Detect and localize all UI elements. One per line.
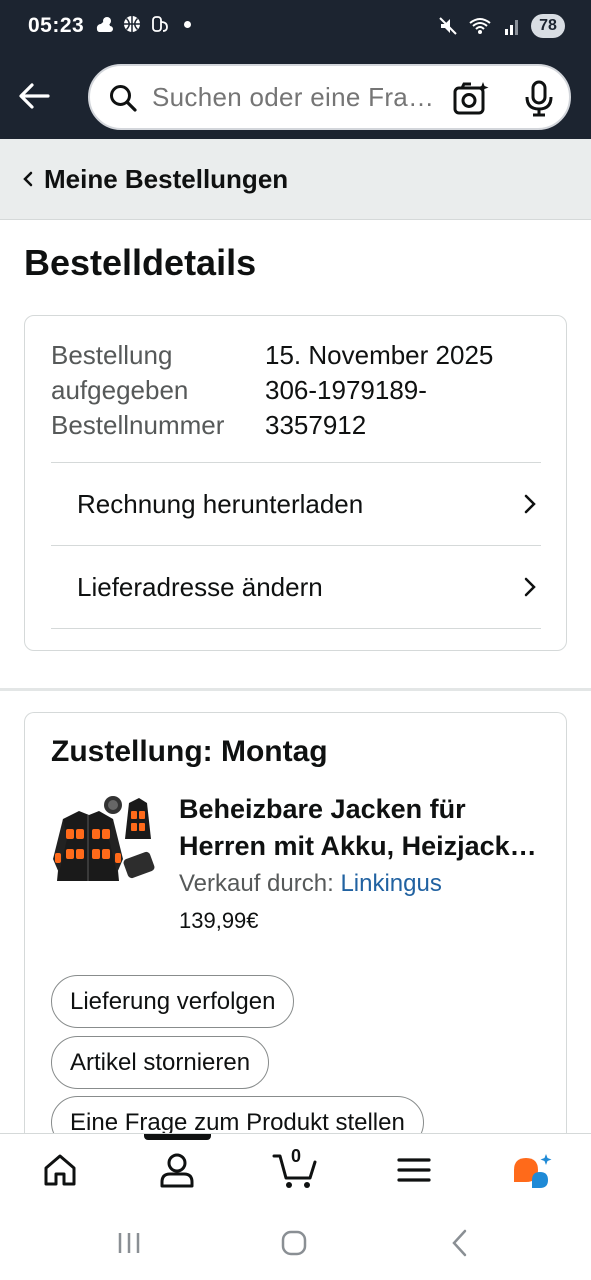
microphone-icon[interactable] xyxy=(522,80,556,118)
app-header xyxy=(0,56,591,139)
order-info: Bestellung 15. November 2025 aufgegeben … xyxy=(51,338,551,443)
basketball-icon xyxy=(124,16,140,32)
cart-button[interactable]: 0 xyxy=(272,1146,318,1190)
status-system-icons: 78 xyxy=(437,14,565,38)
cart-count: 0 xyxy=(291,1146,302,1166)
rufus-assistant-icon[interactable] xyxy=(510,1150,554,1190)
divider xyxy=(51,628,541,629)
seller-info: Verkauf durch: Linkingus xyxy=(179,870,442,898)
active-tab-indicator xyxy=(144,1134,211,1140)
change-address-link[interactable]: Lieferadresse ändern xyxy=(25,546,541,628)
menu-icon[interactable] xyxy=(394,1150,434,1190)
order-number-label: Bestellnummer xyxy=(51,410,225,440)
chevron-left-icon xyxy=(23,171,33,187)
camera-search-icon[interactable] xyxy=(452,80,490,118)
search-input[interactable] xyxy=(152,82,442,113)
battery-indicator: 78 xyxy=(531,14,565,38)
seller-link[interactable]: Linkingus xyxy=(340,870,441,897)
product-title[interactable]: Beheizbare Jacken für Herren mit Akku, H… xyxy=(179,791,549,865)
download-invoice-link[interactable]: Rechnung herunterladen xyxy=(25,463,541,545)
order-placed-label: Bestellung xyxy=(51,340,173,370)
home-button-icon[interactable] xyxy=(280,1227,310,1259)
bottom-navigation: 0 xyxy=(0,1133,591,1207)
weather-icon xyxy=(96,17,113,32)
account-icon[interactable] xyxy=(157,1150,197,1190)
download-invoice-label: Rechnung herunterladen xyxy=(77,488,364,519)
signal-icon xyxy=(505,20,518,35)
app-notification-icon xyxy=(152,16,168,32)
product-price: 139,99€ xyxy=(179,908,259,933)
seller-prefix: Verkauf durch: xyxy=(179,870,341,897)
product-image[interactable] xyxy=(49,789,159,899)
delivery-title: Zustellung: Montag xyxy=(51,735,328,768)
change-address-label: Lieferadresse ändern xyxy=(77,571,323,602)
order-placed-value: 15. November 2025 xyxy=(265,340,494,370)
breadcrumb[interactable]: Meine Bestellungen xyxy=(0,139,591,220)
system-back-icon[interactable] xyxy=(448,1227,472,1259)
breadcrumb-label[interactable]: Meine Bestellungen xyxy=(44,164,288,195)
product-title-line-1: Beheizbare Jacken für xyxy=(179,794,466,824)
cancel-items-button[interactable]: Artikel stornieren xyxy=(51,1036,270,1089)
mute-icon xyxy=(439,17,457,35)
back-arrow-icon[interactable] xyxy=(14,76,54,116)
product-title-line-2: Herren mit Akku, Heizjacke Herren xyxy=(179,831,549,861)
delivery-card: Zustellung: Montag Beheizbare Jacken für… xyxy=(24,712,567,1162)
search-bar[interactable] xyxy=(88,64,571,130)
chevron-right-icon xyxy=(524,494,536,514)
order-info-card: Bestellung 15. November 2025 aufgegeben … xyxy=(24,315,567,651)
order-placed-label-2: aufgegeben xyxy=(51,375,189,405)
home-icon[interactable] xyxy=(40,1150,80,1190)
more-notifications-dot xyxy=(184,20,191,28)
track-package-button[interactable]: Lieferung verfolgen xyxy=(51,975,295,1028)
page-title: Bestelldetails xyxy=(24,242,257,283)
status-notification-icons xyxy=(94,14,191,34)
recent-apps-icon[interactable] xyxy=(116,1227,142,1259)
status-bar: 05:23 78 xyxy=(0,0,591,56)
status-time: 05:23 xyxy=(28,14,85,37)
order-number-value-2: 3357912 xyxy=(265,410,367,440)
system-navigation-bar xyxy=(0,1207,591,1280)
wifi-icon xyxy=(469,18,491,34)
chevron-right-icon xyxy=(524,577,536,597)
order-number-value: 306-1979189- xyxy=(265,375,427,405)
section-separator xyxy=(0,688,591,691)
search-icon xyxy=(110,85,137,112)
